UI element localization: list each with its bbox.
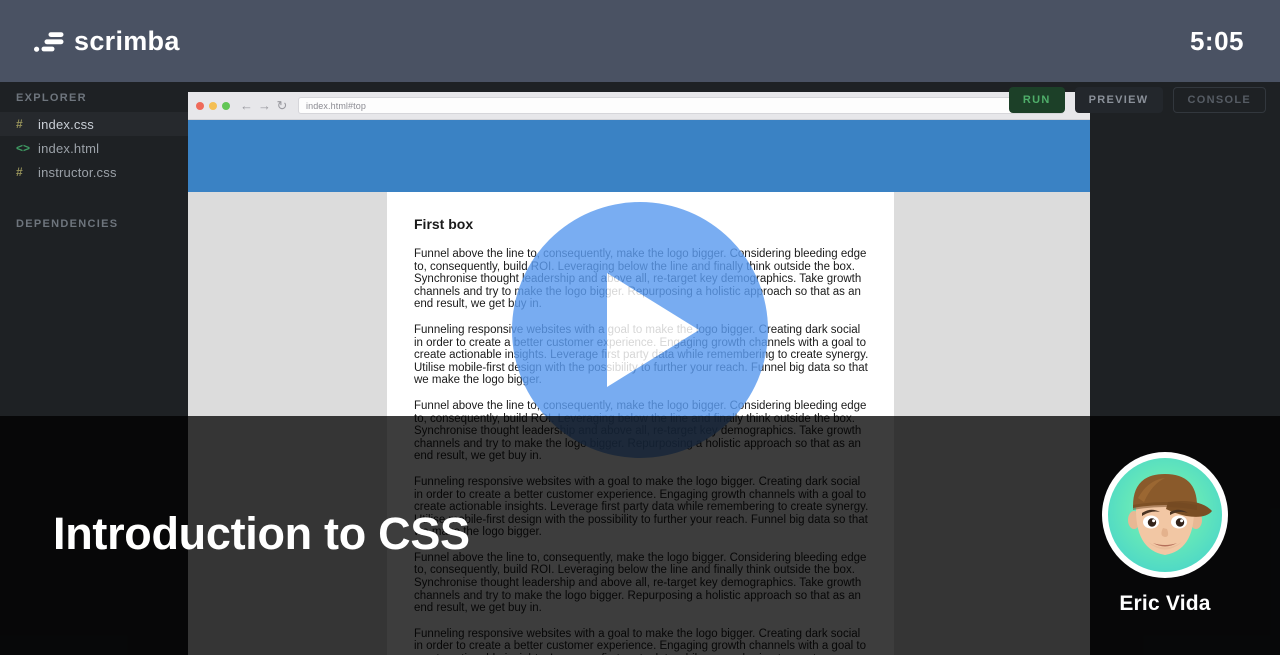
file-label: index.css: [38, 116, 94, 132]
arrow-left-icon[interactable]: ←: [240, 99, 253, 112]
url-text: index.html#top: [306, 100, 366, 111]
editor-toolbar: RUN PREVIEW CONSOLE: [1008, 87, 1266, 113]
scrimba-screencast: scrimba 5:05 EXPLORER # index.css <> ind…: [0, 0, 1280, 655]
file-label: index.html: [38, 140, 100, 156]
sidebar-file-index-html[interactable]: <> index.html: [0, 136, 190, 160]
url-bar[interactable]: index.html#top: [298, 97, 1064, 114]
traffic-lights: [196, 101, 230, 110]
play-triangle-icon: [607, 273, 699, 387]
scrimba-logo-icon: [34, 32, 64, 52]
top-bar: scrimba 5:05: [0, 0, 1280, 82]
sidebar-file-instructor-css[interactable]: # instructor.css: [0, 160, 190, 184]
page-banner: [188, 120, 1090, 192]
arrow-right-icon[interactable]: →: [258, 99, 271, 112]
brand-logo[interactable]: scrimba: [34, 26, 180, 57]
minimize-dot-icon[interactable]: [209, 101, 217, 110]
console-button[interactable]: CONSOLE: [1172, 87, 1266, 113]
maximize-dot-icon[interactable]: [222, 101, 230, 110]
lesson-title: Introduction to CSS: [53, 508, 470, 559]
reload-icon[interactable]: ↻: [276, 99, 288, 112]
presenter-card: Eric Vida: [1040, 452, 1280, 616]
angle-brackets-icon: <>: [16, 141, 31, 155]
sidebar-file-index-css[interactable]: # index.css: [0, 112, 190, 136]
lesson-timer: 5:05: [1189, 25, 1244, 56]
avatar: [1102, 452, 1228, 578]
memoji-avatar-icon: [1108, 458, 1222, 572]
explorer-heading: EXPLORER: [16, 92, 87, 104]
hash-icon: #: [16, 165, 23, 179]
presenter-name: Eric Vida: [1119, 592, 1211, 615]
dependencies-heading: DEPENDENCIES: [16, 218, 119, 230]
browser-chrome-bar: ← → ↻ index.html#top ⋮: [188, 92, 1090, 120]
memoji-face-icon: [1128, 474, 1212, 555]
file-label: instructor.css: [38, 164, 117, 180]
close-dot-icon[interactable]: [196, 101, 204, 110]
preview-button[interactable]: PREVIEW: [1074, 87, 1163, 113]
run-button[interactable]: RUN: [1008, 87, 1065, 113]
brand-name: scrimba: [74, 25, 180, 56]
hash-icon: #: [16, 117, 23, 131]
